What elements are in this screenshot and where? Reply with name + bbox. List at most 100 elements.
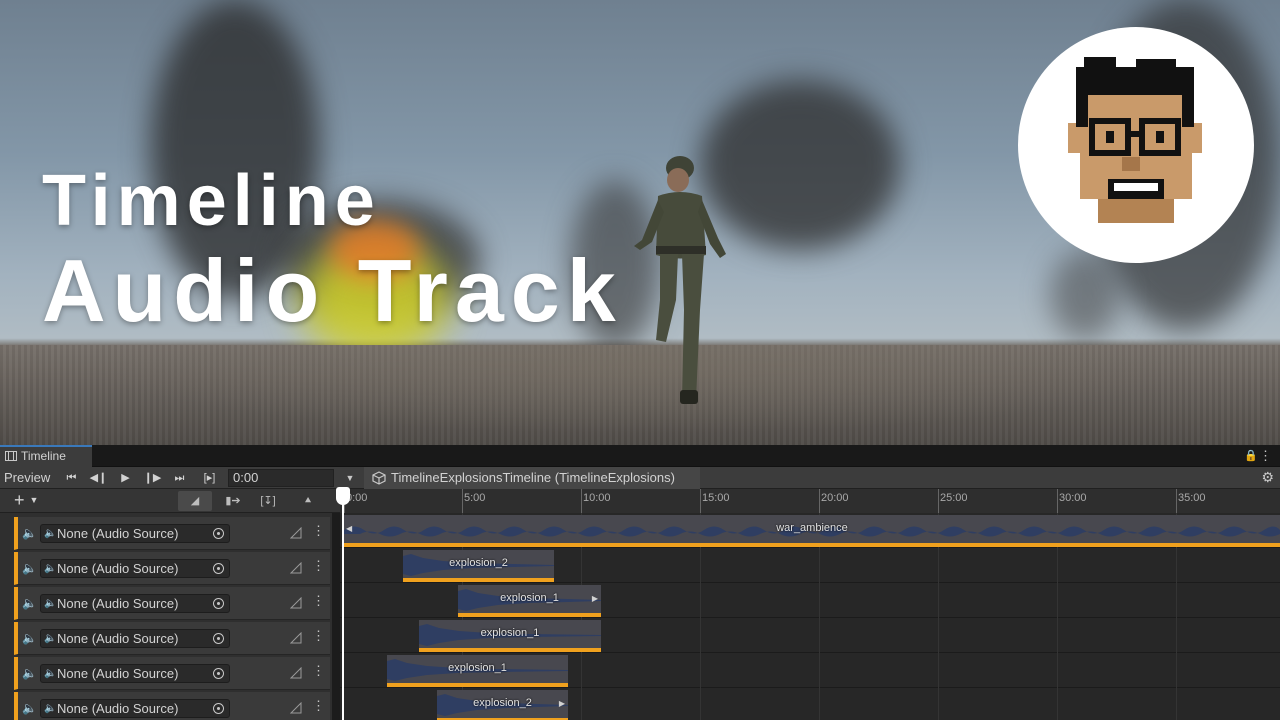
timeline-toolbar: Preview ⏮ ◀❙ ▶ ❙▶ ⏭ [▸] 0:00 ▼ TimelineE… [0, 467, 1280, 489]
game-view: Timeline Audio Track [0, 0, 1280, 445]
curves-toggle-icon[interactable]: ◢ [178, 491, 212, 511]
video-title-line1: Timeline [42, 161, 381, 241]
current-time-field[interactable]: 0:00 [228, 469, 334, 487]
audio-clip[interactable]: ▶ explosion_2 [437, 690, 568, 720]
object-picker-icon[interactable] [213, 633, 224, 644]
speaker-icon: 🔈 [22, 561, 37, 575]
speaker-icon: 🔈 [44, 598, 57, 609]
ruler-tick [1057, 489, 1058, 513]
object-picker-icon[interactable] [213, 703, 224, 714]
audio-clip[interactable]: explosion_1 [387, 655, 568, 687]
play-range-icon[interactable]: [▸] [196, 467, 223, 489]
clip-edit-mode-icon[interactable]: ▮➔ [220, 491, 246, 511]
audio-track-header[interactable]: 🔈 🔈 None (Audio Source) ⋮ [14, 692, 330, 720]
tab-timeline[interactable]: Timeline [0, 445, 92, 467]
clip-label: war_ambience [776, 522, 848, 534]
clip-area[interactable]: ◀ war_ambience explosion_2 ▶ explosion_1… [340, 513, 1280, 720]
add-track-button[interactable]: + ▼ [14, 491, 54, 510]
speaker-icon: 🔈 [22, 666, 37, 680]
audio-clip[interactable]: ◀ war_ambience [344, 515, 1280, 547]
binding-label: None (Audio Source) [57, 596, 179, 611]
object-picker-icon[interactable] [213, 598, 224, 609]
binding-label: None (Audio Source) [57, 666, 179, 681]
ruler-tick [819, 489, 820, 513]
binding-label: None (Audio Source) [57, 701, 179, 716]
ruler-tick [700, 489, 701, 513]
audio-track-header[interactable]: 🔈 🔈 None (Audio Source) ⋮ [14, 517, 330, 550]
audio-clip[interactable]: explosion_2 [403, 550, 554, 582]
audio-source-binding-field[interactable]: 🔈 None (Audio Source) [40, 699, 230, 718]
object-picker-icon[interactable] [213, 563, 224, 574]
clip-label: explosion_1 [480, 627, 540, 639]
window-menu-icon[interactable]: ⋮ [1259, 448, 1272, 464]
ruler-tick [462, 489, 463, 513]
binding-label: None (Audio Source) [57, 631, 179, 646]
curves-icon[interactable] [290, 667, 302, 679]
playhead-handle[interactable] [336, 487, 350, 505]
track-menu-icon[interactable]: ⋮ [312, 663, 325, 679]
channel-avatar [1018, 27, 1254, 263]
audio-source-binding-field[interactable]: 🔈 None (Audio Source) [40, 559, 230, 578]
prev-frame-icon[interactable]: ◀❙ [85, 467, 112, 489]
speaker-icon: 🔈 [44, 668, 57, 679]
ruler-tick-label: 15:00 [702, 492, 730, 504]
skip-end-icon[interactable]: ⏭ [166, 467, 193, 489]
binding-label: None (Audio Source) [57, 526, 179, 541]
pin-icon[interactable]: ⯅ [298, 491, 318, 511]
film-strip-icon [5, 451, 17, 461]
object-picker-icon[interactable] [213, 668, 224, 679]
playhead-line[interactable] [342, 487, 344, 720]
smoke-plume-far-right [1050, 250, 1120, 340]
ruler-tick [938, 489, 939, 513]
ruler-tick-label: 30:00 [1059, 492, 1087, 504]
snap-icon[interactable]: [↧] [254, 491, 282, 511]
track-menu-icon[interactable]: ⋮ [312, 523, 325, 539]
audio-source-binding-field[interactable]: 🔈 None (Audio Source) [40, 524, 230, 543]
track-menu-icon[interactable]: ⋮ [312, 698, 325, 714]
track-menu-icon[interactable]: ⋮ [312, 558, 325, 574]
audio-source-binding-field[interactable]: 🔈 None (Audio Source) [40, 664, 230, 683]
curves-icon[interactable] [290, 702, 302, 714]
soldier-figure [634, 156, 726, 404]
audio-source-binding-field[interactable]: 🔈 None (Audio Source) [40, 594, 230, 613]
video-title-line2: Audio Track [42, 241, 623, 340]
audio-track-header[interactable]: 🔈 🔈 None (Audio Source) ⋮ [14, 622, 330, 655]
curves-icon[interactable] [290, 597, 302, 609]
ruler-tick [1176, 489, 1177, 513]
lock-icon[interactable]: 🔒 [1244, 449, 1258, 462]
ruler-tick-label: 20:00 [821, 492, 849, 504]
ruler-tick-label: 35:00 [1178, 492, 1206, 504]
audio-track-header[interactable]: 🔈 🔈 None (Audio Source) ⋮ [14, 587, 330, 620]
curves-icon[interactable] [290, 527, 302, 539]
time-format-dropdown-icon[interactable]: ▼ [340, 467, 360, 489]
skip-start-icon[interactable]: ⏮ [58, 467, 85, 489]
ruler-tick-label: 25:00 [940, 492, 968, 504]
panel-splitter[interactable] [332, 513, 340, 720]
audio-source-binding-field[interactable]: 🔈 None (Audio Source) [40, 629, 230, 648]
audio-track-header[interactable]: 🔈 🔈 None (Audio Source) ⋮ [14, 552, 330, 585]
time-ruler[interactable]: 0:00 5:00 10:00 15:00 20:00 25:00 30:00 … [340, 489, 1280, 513]
timeline-window: Timeline 🔒 ⋮ Preview ⏮ ◀❙ ▶ ❙▶ ⏭ [▸] 0:0… [0, 445, 1280, 720]
ruler-tick-label: 5:00 [464, 492, 486, 504]
next-frame-icon[interactable]: ❙▶ [139, 467, 166, 489]
ruler-tick-label: 10:00 [583, 492, 611, 504]
clip-label: explosion_2 [449, 557, 508, 569]
audio-clip[interactable]: explosion_1 [419, 620, 601, 652]
audio-clip[interactable]: ▶ explosion_1 [458, 585, 601, 617]
speaker-icon: 🔈 [22, 631, 37, 645]
audio-track-header[interactable]: 🔈 🔈 None (Audio Source) ⋮ [14, 657, 330, 690]
clip-label: explosion_1 [500, 592, 559, 604]
tab-timeline-label: Timeline [21, 449, 66, 463]
curves-icon[interactable] [290, 632, 302, 644]
object-picker-icon[interactable] [213, 528, 224, 539]
preview-button[interactable]: Preview [0, 467, 58, 489]
ruler-tick [581, 489, 582, 513]
speaker-icon: 🔈 [22, 526, 37, 540]
gear-icon[interactable]: ⚙ [1261, 469, 1274, 486]
track-menu-icon[interactable]: ⋮ [312, 593, 325, 609]
play-icon[interactable]: ▶ [112, 467, 139, 489]
timeline-asset-name[interactable]: TimelineExplosionsTimeline (TimelineExpl… [391, 467, 675, 489]
chevron-down-icon: ▼ [29, 495, 39, 505]
track-menu-icon[interactable]: ⋮ [312, 628, 325, 644]
curves-icon[interactable] [290, 562, 302, 574]
